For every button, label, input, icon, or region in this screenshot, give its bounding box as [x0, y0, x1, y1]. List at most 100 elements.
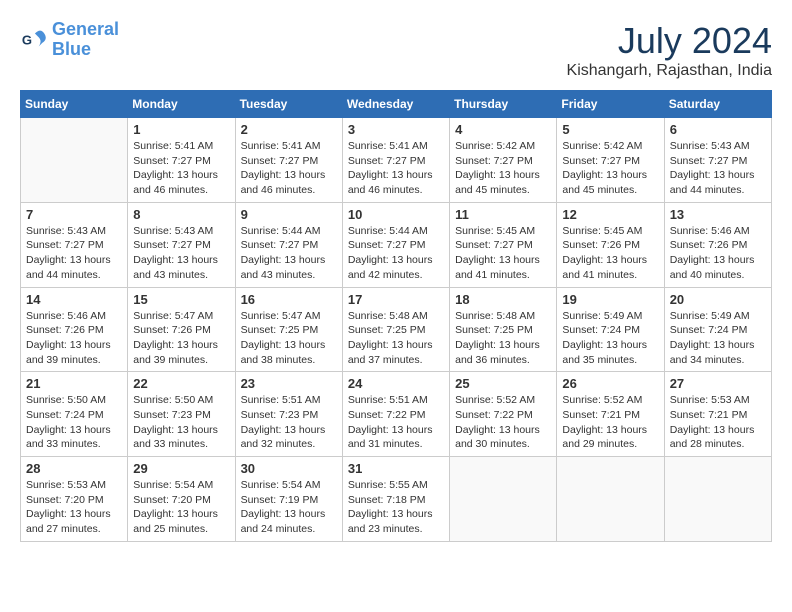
calendar-week-row: 1 Sunrise: 5:41 AM Sunset: 7:27 PM Daylig…: [21, 118, 772, 203]
calendar-table: SundayMondayTuesdayWednesdayThursdayFrid…: [20, 90, 772, 542]
calendar-cell: 21Sunrise: 5:50 AM Sunset: 7:24 PM Dayli…: [21, 372, 128, 457]
day-number: 11: [455, 207, 551, 222]
day-info: Sunrise: 5:45 AM Sunset: 7:27 PM Dayligh…: [455, 224, 551, 283]
calendar-cell: 25Sunrise: 5:52 AM Sunset: 7:22 PM Dayli…: [450, 372, 557, 457]
day-info: Sunrise: 5:42 AM Sunset: 7:27 PM Dayligh…: [455, 139, 551, 198]
day-info: Sunrise: 5:50 AM Sunset: 7:23 PM Dayligh…: [133, 393, 229, 452]
day-info: Sunrise: 5:46 AM Sunset: 7:26 PM Dayligh…: [26, 309, 122, 368]
calendar-cell: 20 Sunrise: 5:49 AM Sunset: 7:24 PM Dayli…: [664, 287, 771, 372]
day-number: 19: [562, 292, 658, 307]
day-number: 24: [348, 376, 444, 391]
logo-text: General Blue: [52, 20, 119, 60]
column-header-thursday: Thursday: [450, 91, 557, 118]
day-info: Sunrise: 5:51 AM Sunset: 7:22 PM Dayligh…: [348, 393, 444, 452]
calendar-cell: 28Sunrise: 5:53 AM Sunset: 7:20 PM Dayli…: [21, 457, 128, 542]
calendar-cell: 30Sunrise: 5:54 AM Sunset: 7:19 PM Dayli…: [235, 457, 342, 542]
calendar-cell: 12 Sunrise: 5:45 AM Sunset: 7:26 PM Dayli…: [557, 202, 664, 287]
calendar-cell: 9 Sunrise: 5:44 AM Sunset: 7:27 PM Daylig…: [235, 202, 342, 287]
day-number: 17: [348, 292, 444, 307]
calendar-cell: [21, 118, 128, 203]
day-number: 20: [670, 292, 766, 307]
day-info: Sunrise: 5:48 AM Sunset: 7:25 PM Dayligh…: [455, 309, 551, 368]
day-number: 14: [26, 292, 122, 307]
month-year-title: July 2024: [567, 20, 772, 62]
calendar-cell: [557, 457, 664, 542]
day-number: 2: [241, 122, 337, 137]
day-info: Sunrise: 5:47 AM Sunset: 7:25 PM Dayligh…: [241, 309, 337, 368]
day-info: Sunrise: 5:41 AM Sunset: 7:27 PM Dayligh…: [348, 139, 444, 198]
calendar-cell: 27Sunrise: 5:53 AM Sunset: 7:21 PM Dayli…: [664, 372, 771, 457]
day-number: 31: [348, 461, 444, 476]
calendar-cell: 1 Sunrise: 5:41 AM Sunset: 7:27 PM Daylig…: [128, 118, 235, 203]
calendar-week-row: 21Sunrise: 5:50 AM Sunset: 7:24 PM Dayli…: [21, 372, 772, 457]
day-info: Sunrise: 5:44 AM Sunset: 7:27 PM Dayligh…: [348, 224, 444, 283]
column-header-friday: Friday: [557, 91, 664, 118]
day-info: Sunrise: 5:50 AM Sunset: 7:24 PM Dayligh…: [26, 393, 122, 452]
day-number: 8: [133, 207, 229, 222]
column-header-saturday: Saturday: [664, 91, 771, 118]
logo-icon: G: [20, 26, 48, 54]
day-info: Sunrise: 5:41 AM Sunset: 7:27 PM Dayligh…: [133, 139, 229, 198]
day-number: 18: [455, 292, 551, 307]
day-info: Sunrise: 5:53 AM Sunset: 7:20 PM Dayligh…: [26, 478, 122, 537]
day-number: 23: [241, 376, 337, 391]
calendar-week-row: 7 Sunrise: 5:43 AM Sunset: 7:27 PM Daylig…: [21, 202, 772, 287]
calendar-cell: 7 Sunrise: 5:43 AM Sunset: 7:27 PM Daylig…: [21, 202, 128, 287]
day-number: 7: [26, 207, 122, 222]
calendar-cell: 18 Sunrise: 5:48 AM Sunset: 7:25 PM Dayli…: [450, 287, 557, 372]
calendar-cell: 14 Sunrise: 5:46 AM Sunset: 7:26 PM Dayli…: [21, 287, 128, 372]
day-info: Sunrise: 5:54 AM Sunset: 7:20 PM Dayligh…: [133, 478, 229, 537]
calendar-cell: 10Sunrise: 5:44 AM Sunset: 7:27 PM Dayli…: [342, 202, 449, 287]
calendar-cell: 15 Sunrise: 5:47 AM Sunset: 7:26 PM Dayli…: [128, 287, 235, 372]
day-info: Sunrise: 5:51 AM Sunset: 7:23 PM Dayligh…: [241, 393, 337, 452]
calendar-cell: 8 Sunrise: 5:43 AM Sunset: 7:27 PM Daylig…: [128, 202, 235, 287]
calendar-header-row: SundayMondayTuesdayWednesdayThursdayFrid…: [21, 91, 772, 118]
calendar-week-row: 14 Sunrise: 5:46 AM Sunset: 7:26 PM Dayli…: [21, 287, 772, 372]
column-header-monday: Monday: [128, 91, 235, 118]
calendar-week-row: 28Sunrise: 5:53 AM Sunset: 7:20 PM Dayli…: [21, 457, 772, 542]
day-number: 16: [241, 292, 337, 307]
column-header-wednesday: Wednesday: [342, 91, 449, 118]
column-header-tuesday: Tuesday: [235, 91, 342, 118]
calendar-cell: 13 Sunrise: 5:46 AM Sunset: 7:26 PM Dayli…: [664, 202, 771, 287]
day-info: Sunrise: 5:43 AM Sunset: 7:27 PM Dayligh…: [26, 224, 122, 283]
day-info: Sunrise: 5:49 AM Sunset: 7:24 PM Dayligh…: [562, 309, 658, 368]
day-info: Sunrise: 5:47 AM Sunset: 7:26 PM Dayligh…: [133, 309, 229, 368]
calendar-cell: 19 Sunrise: 5:49 AM Sunset: 7:24 PM Dayli…: [557, 287, 664, 372]
calendar-cell: [450, 457, 557, 542]
day-number: 9: [241, 207, 337, 222]
day-number: 30: [241, 461, 337, 476]
calendar-cell: 31 Sunrise: 5:55 AM Sunset: 7:18 PM Dayli…: [342, 457, 449, 542]
day-number: 15: [133, 292, 229, 307]
day-number: 4: [455, 122, 551, 137]
day-number: 27: [670, 376, 766, 391]
day-info: Sunrise: 5:44 AM Sunset: 7:27 PM Dayligh…: [241, 224, 337, 283]
location-subtitle: Kishangarh, Rajasthan, India: [567, 62, 772, 80]
day-number: 26: [562, 376, 658, 391]
day-info: Sunrise: 5:43 AM Sunset: 7:27 PM Dayligh…: [133, 224, 229, 283]
day-number: 25: [455, 376, 551, 391]
calendar-cell: 11 Sunrise: 5:45 AM Sunset: 7:27 PM Dayli…: [450, 202, 557, 287]
logo: G General Blue: [20, 20, 119, 60]
day-info: Sunrise: 5:46 AM Sunset: 7:26 PM Dayligh…: [670, 224, 766, 283]
day-number: 13: [670, 207, 766, 222]
day-number: 12: [562, 207, 658, 222]
day-info: Sunrise: 5:41 AM Sunset: 7:27 PM Dayligh…: [241, 139, 337, 198]
day-info: Sunrise: 5:45 AM Sunset: 7:26 PM Dayligh…: [562, 224, 658, 283]
calendar-cell: 17Sunrise: 5:48 AM Sunset: 7:25 PM Dayli…: [342, 287, 449, 372]
day-number: 1: [133, 122, 229, 137]
day-info: Sunrise: 5:49 AM Sunset: 7:24 PM Dayligh…: [670, 309, 766, 368]
calendar-cell: 4 Sunrise: 5:42 AM Sunset: 7:27 PM Daylig…: [450, 118, 557, 203]
day-info: Sunrise: 5:55 AM Sunset: 7:18 PM Dayligh…: [348, 478, 444, 537]
calendar-cell: 23 Sunrise: 5:51 AM Sunset: 7:23 PM Dayli…: [235, 372, 342, 457]
calendar-cell: 6Sunrise: 5:43 AM Sunset: 7:27 PM Daylig…: [664, 118, 771, 203]
calendar-cell: 16 Sunrise: 5:47 AM Sunset: 7:25 PM Dayli…: [235, 287, 342, 372]
day-info: Sunrise: 5:43 AM Sunset: 7:27 PM Dayligh…: [670, 139, 766, 198]
calendar-cell: 5Sunrise: 5:42 AM Sunset: 7:27 PM Daylig…: [557, 118, 664, 203]
day-info: Sunrise: 5:52 AM Sunset: 7:21 PM Dayligh…: [562, 393, 658, 452]
calendar-cell: 24 Sunrise: 5:51 AM Sunset: 7:22 PM Dayli…: [342, 372, 449, 457]
day-number: 5: [562, 122, 658, 137]
calendar-cell: 2 Sunrise: 5:41 AM Sunset: 7:27 PM Daylig…: [235, 118, 342, 203]
calendar-cell: 26 Sunrise: 5:52 AM Sunset: 7:21 PM Dayli…: [557, 372, 664, 457]
day-number: 22: [133, 376, 229, 391]
